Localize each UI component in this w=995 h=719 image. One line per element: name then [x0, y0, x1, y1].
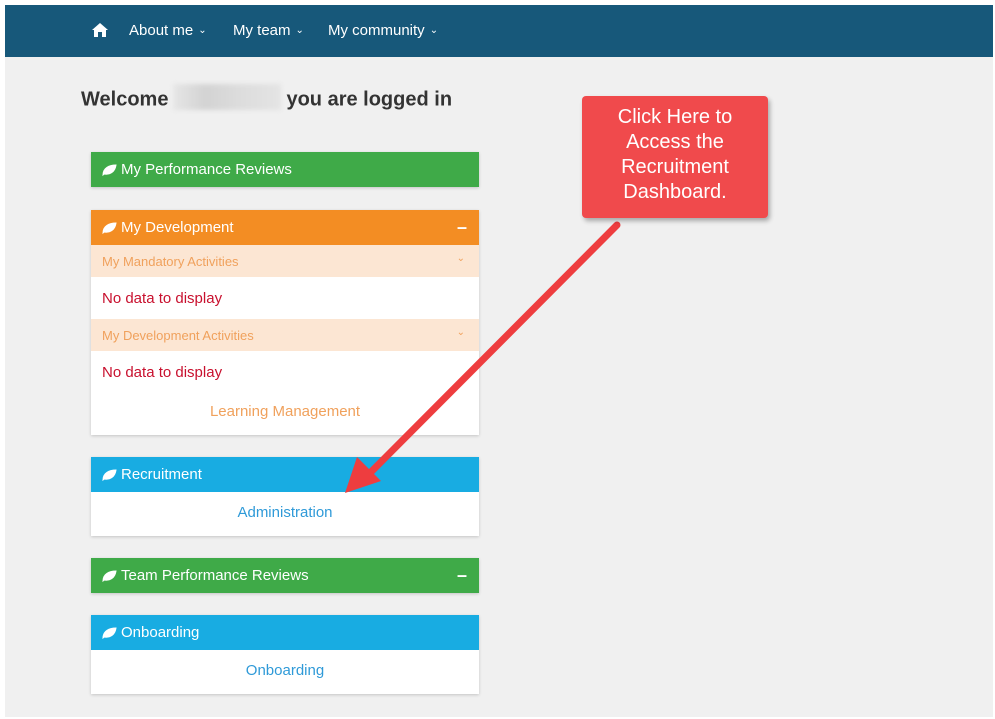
annotation-callout: Click Here to Access the Recruitment Das…	[582, 96, 768, 218]
callout-line: Dashboard.	[623, 181, 727, 203]
callout-line: Click Here to	[617, 106, 733, 128]
callout-line: Access the	[626, 131, 724, 153]
annotation-arrow	[345, 221, 621, 493]
callout-line: Recruitment	[621, 156, 729, 178]
page-frame: About me ⌄ My team ⌄ My community ⌄ Welcome…	[5, 5, 993, 717]
